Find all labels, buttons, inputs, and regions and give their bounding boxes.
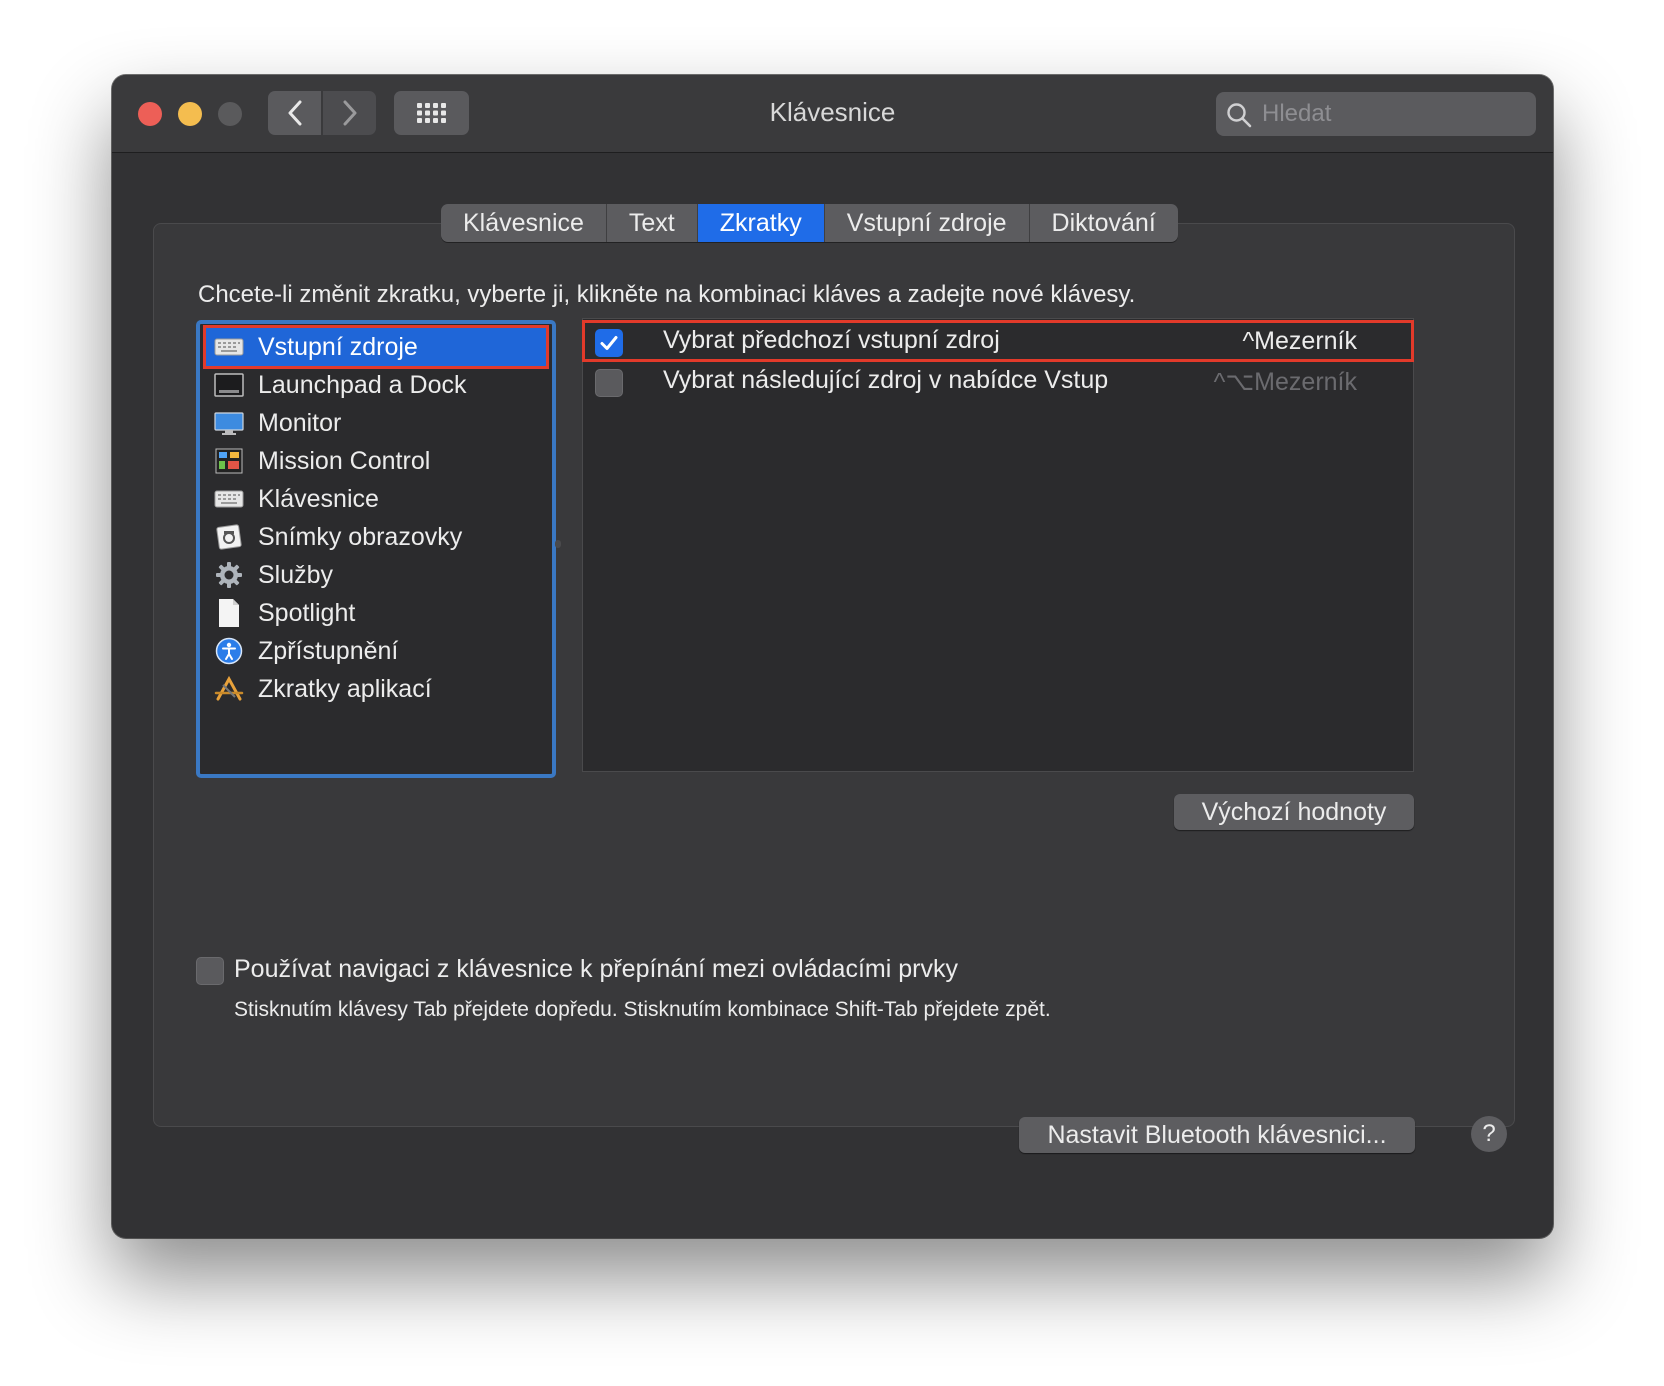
keyboard-navigation-checkbox[interactable] — [196, 957, 224, 985]
search-field[interactable]: Hledat — [1216, 92, 1536, 136]
category-item-spotlight[interactable]: Spotlight — [206, 594, 546, 632]
category-item-keyboard[interactable]: Klávesnice — [206, 480, 546, 518]
search-placeholder: Hledat — [1262, 100, 1332, 127]
launchpad-icon — [214, 370, 244, 400]
restore-defaults-button[interactable]: Výchozí hodnoty — [1174, 794, 1414, 830]
category-item-input-sources[interactable]: Vstupní zdroje — [203, 325, 549, 369]
tab-text[interactable]: Text — [607, 204, 698, 242]
tab-dictation[interactable]: Diktování — [1030, 204, 1178, 242]
category-label: Služby — [258, 560, 334, 589]
category-label: Zpřístupnění — [258, 636, 399, 665]
screenshot-icon — [214, 522, 244, 552]
category-label: Monitor — [258, 408, 342, 437]
shortcut-label: Vybrat předchozí vstupní zdroj — [663, 326, 1000, 354]
shortcut-checkbox[interactable] — [595, 369, 623, 397]
category-item-monitor[interactable]: Monitor — [206, 404, 546, 442]
category-item-mission-control[interactable]: Mission Control — [206, 442, 546, 480]
shortcut-checkbox[interactable] — [595, 329, 623, 357]
checkmark-icon — [600, 336, 618, 350]
shortcut-row[interactable]: Vybrat předchozí vstupní zdroj ^Mezerník — [582, 320, 1414, 362]
shortcut-label: Vybrat následující zdroj v nabídce Vstup — [663, 366, 1109, 394]
category-item-launchpad[interactable]: Launchpad a Dock — [206, 366, 546, 404]
keyboard-navigation-label: Používat navigaci z klávesnice k přepíná… — [234, 955, 958, 983]
search-icon — [1227, 103, 1252, 128]
category-label: Vstupní zdroje — [258, 332, 418, 361]
tab-keyboard[interactable]: Klávesnice — [441, 204, 607, 242]
tab-shortcuts[interactable]: Zkratky — [697, 204, 825, 242]
gear-icon — [214, 560, 244, 590]
shortcut-list[interactable]: Vybrat předchozí vstupní zdroj ^Mezerník… — [582, 318, 1414, 772]
shortcut-row[interactable]: Vybrat následující zdroj v nabídce Vstup… — [583, 361, 1413, 401]
category-item-screenshots[interactable]: Snímky obrazovky — [206, 518, 546, 556]
category-label: Mission Control — [258, 446, 431, 475]
monitor-icon — [214, 408, 244, 438]
category-item-app-shortcuts[interactable]: Zkratky aplikací — [206, 670, 546, 708]
category-label: Launchpad a Dock — [258, 370, 467, 399]
accessibility-icon — [214, 636, 244, 666]
tab-bar: Klávesnice Text Zkratky Vstupní zdroje D… — [441, 204, 1178, 242]
category-label: Spotlight — [258, 598, 356, 627]
shortcut-key[interactable]: ^Mezerník — [1242, 327, 1357, 356]
mission-control-icon — [214, 446, 244, 476]
setup-bluetooth-keyboard-button[interactable]: Nastavit Bluetooth klávesnici... — [1019, 1117, 1415, 1153]
keyboard-icon — [214, 484, 244, 514]
category-label: Snímky obrazovky — [258, 522, 463, 551]
category-label: Zkratky aplikací — [258, 674, 432, 703]
preferences-window: Klávesnice Hledat Klávesnice Text Zkratk… — [112, 75, 1553, 1238]
app-store-icon — [214, 674, 244, 704]
titlebar: Klávesnice Hledat — [112, 75, 1553, 153]
split-handle[interactable] — [555, 540, 561, 548]
category-item-services[interactable]: Služby — [206, 556, 546, 594]
tab-input-sources[interactable]: Vstupní zdroje — [825, 204, 1030, 242]
keyboard-navigation-hint: Stisknutím klávesy Tab přejdete dopředu.… — [234, 998, 1051, 1021]
category-item-accessibility[interactable]: Zpřístupnění — [206, 632, 546, 670]
keyboard-icon — [214, 332, 244, 362]
category-label: Klávesnice — [258, 484, 379, 513]
instructions-text: Chcete-li změnit zkratku, vyberte ji, kl… — [198, 281, 1136, 308]
shortcut-key[interactable]: ^⌥Mezerník — [1214, 367, 1357, 397]
help-button[interactable]: ? — [1471, 1116, 1507, 1152]
document-icon — [214, 598, 244, 628]
category-list[interactable]: Vstupní zdroje Launchpad a Dock Monitor … — [196, 320, 556, 778]
